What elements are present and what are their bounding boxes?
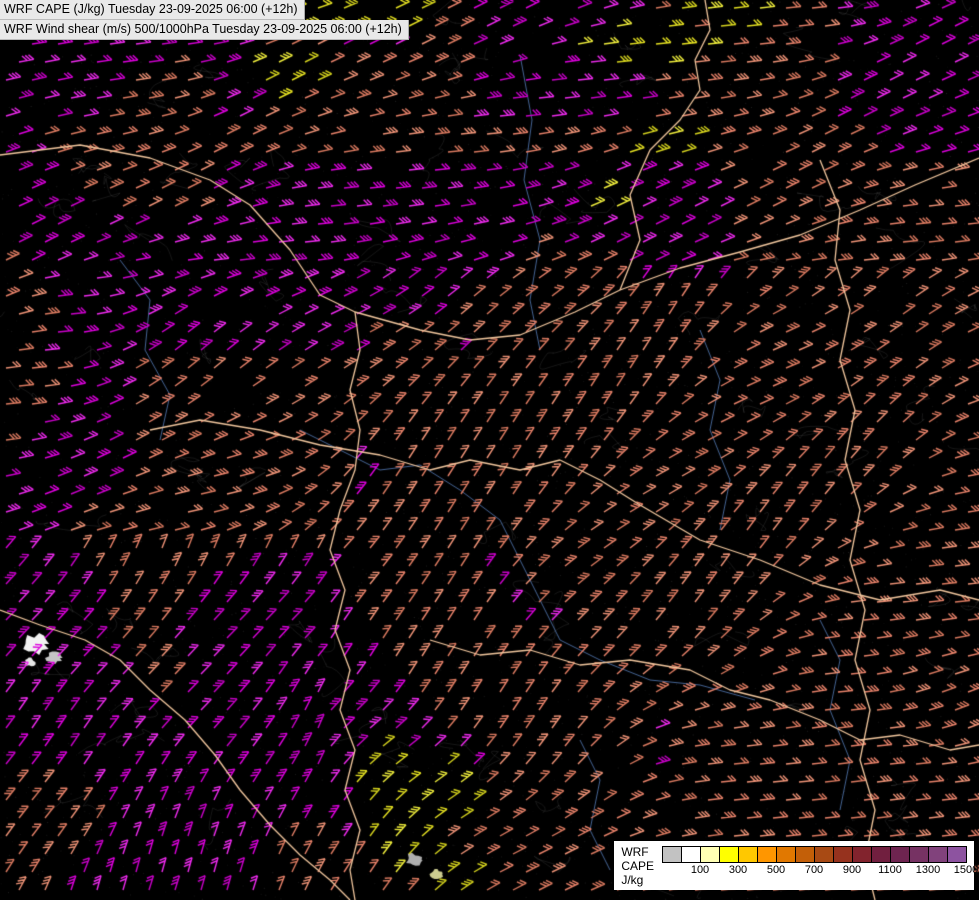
legend-swatch: [757, 846, 777, 863]
legend-swatch: [738, 846, 758, 863]
legend-model-label: WRF: [621, 845, 654, 859]
legend-swatch: [871, 846, 891, 863]
legend-swatch: [681, 846, 701, 863]
title-shear-line: WRF Wind shear (m/s) 500/1000hPa Tuesday…: [0, 20, 409, 40]
legend-swatch: [700, 846, 720, 863]
legend-tick: 100: [691, 864, 709, 876]
legend-swatch: [928, 846, 948, 863]
legend-tick: 500: [767, 864, 785, 876]
cape-color-legend: WRF CAPE J/kg 10030050070090011001300150…: [614, 841, 974, 890]
legend-swatch: [795, 846, 815, 863]
wind-barb-map-canvas: [0, 0, 979, 900]
legend-tick: 1500: [954, 864, 978, 876]
legend-swatch: [947, 846, 967, 863]
legend-swatch: [833, 846, 853, 863]
legend-tick: 300: [729, 864, 747, 876]
legend-tick: 700: [805, 864, 823, 876]
titlebar: WRF CAPE (J/kg) Tuesday 23-09-2025 06:00…: [0, 0, 409, 40]
legend-swatch: [719, 846, 739, 863]
legend-tick: 1100: [878, 864, 902, 876]
legend-swatch: [852, 846, 872, 863]
legend-swatch: [890, 846, 910, 863]
legend-swatch: [909, 846, 929, 863]
legend-tick: 1300: [916, 864, 940, 876]
legend-tick-labels: 100300500700900110013001500: [662, 864, 967, 878]
legend-tick: 900: [843, 864, 861, 876]
wrf-weather-map: WRF CAPE (J/kg) Tuesday 23-09-2025 06:00…: [0, 0, 979, 900]
legend-unit-label: J/kg: [621, 873, 654, 887]
legend-swatch: [776, 846, 796, 863]
legend-color-ramp: [662, 846, 967, 863]
legend-variable-label: CAPE: [621, 859, 654, 873]
legend-labels: WRF CAPE J/kg: [621, 845, 654, 887]
legend-swatch: [662, 846, 682, 863]
title-cape-line: WRF CAPE (J/kg) Tuesday 23-09-2025 06:00…: [0, 0, 305, 20]
legend-scale: 100300500700900110013001500: [662, 845, 967, 878]
legend-swatch: [814, 846, 834, 863]
